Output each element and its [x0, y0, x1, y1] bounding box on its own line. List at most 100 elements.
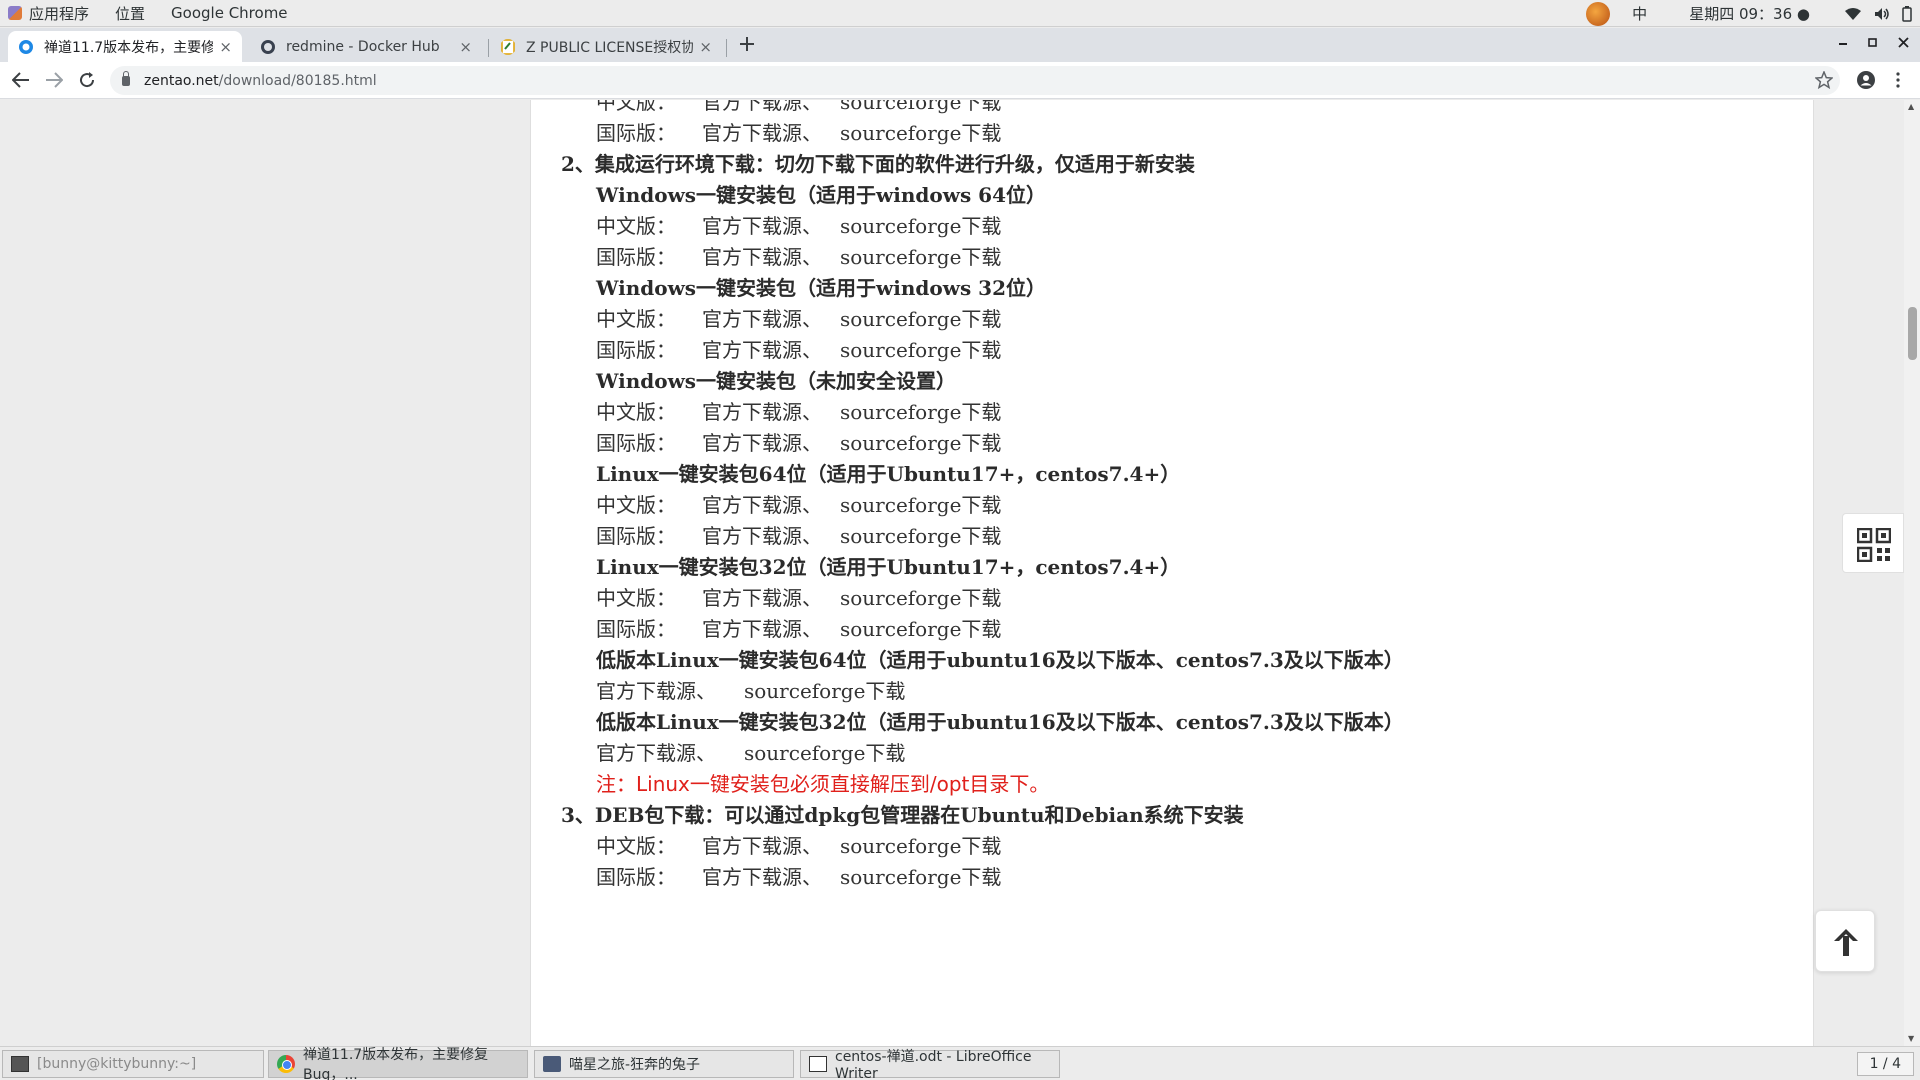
scroll-up-arrow-icon[interactable]: ▲ — [1908, 102, 1914, 111]
official-download-link[interactable]: 官方下载源、 — [702, 613, 840, 642]
sourceforge-download-link[interactable]: sourceforge下载 — [840, 865, 1001, 889]
sourceforge-download-link[interactable]: sourceforge下载 — [840, 245, 1001, 269]
official-download-link[interactable]: 官方下载源、 — [596, 737, 744, 766]
legacy-download-row: 官方下载源、 sourceforge下载 — [596, 675, 905, 704]
taskbar-item-terminal[interactable]: [bunny@kittybunny:~] — [2, 1050, 264, 1078]
input-method-icon[interactable] — [1586, 1, 1611, 26]
back-arrow-icon[interactable] — [12, 72, 30, 88]
reload-icon[interactable] — [78, 71, 96, 89]
license-favicon-icon — [501, 38, 515, 55]
package-title: Windows一键安装包（适用于windows 32位） — [596, 276, 1046, 300]
section-3-heading: 3、DEB包下载：可以通过dpkg包管理器在Ubuntu和Debian系统下安装 — [561, 803, 1244, 827]
cn-row: 中文版： 官方下载源、 sourceforge下载 — [596, 210, 1001, 239]
taskbar-item-chrome[interactable]: 禅道11.7版本发布，主要修复Bug，... — [268, 1047, 528, 1080]
menu-kebab-icon[interactable] — [1896, 72, 1900, 88]
official-download-link[interactable]: 官方下载源、 — [596, 675, 744, 704]
sourceforge-download-link[interactable]: sourceforge下载 — [840, 100, 1001, 114]
sourceforge-download-link[interactable]: sourceforge下载 — [840, 586, 1001, 610]
official-download-link[interactable]: 官方下载源、 — [702, 520, 840, 549]
document-icon — [809, 1056, 827, 1072]
back-to-top-button[interactable] — [1815, 910, 1875, 972]
places-menu[interactable]: 位置 — [102, 3, 158, 24]
page-viewport: 中文版： 官方下载源、 sourceforge下载 国际版： 官方下载源、 source… — [0, 100, 1920, 1047]
intl-row: 国际版： 官方下载源、 sourceforge下载 — [596, 427, 1001, 456]
page-scrollbar[interactable]: ▲ ▼ — [1904, 100, 1920, 1047]
sourceforge-download-link[interactable]: sourceforge下载 — [840, 214, 1001, 238]
sourceforge-download-link[interactable]: sourceforge下载 — [840, 121, 1001, 145]
official-download-link[interactable]: 官方下载源、 — [702, 830, 840, 859]
taskbar-item-label: centos-禅道.odt - LibreOffice Writer — [835, 1049, 1032, 1080]
lock-icon[interactable] — [122, 70, 130, 86]
cn-row: 中文版： 官方下载源、 sourceforge下载 — [596, 830, 1001, 859]
sourceforge-download-link[interactable]: sourceforge下载 — [840, 431, 1001, 455]
app-menu[interactable]: Google Chrome — [158, 4, 301, 22]
sourceforge-download-link[interactable]: sourceforge下载 — [840, 834, 1001, 858]
workspace-switcher[interactable]: 1 / 4 — [1856, 1052, 1914, 1076]
sourceforge-download-link[interactable]: sourceforge下载 — [840, 617, 1001, 641]
package-title: Linux一键安装包64位（适用于Ubuntu17+，centos7.4+） — [596, 462, 1181, 486]
package-title: Linux一键安装包32位（适用于Ubuntu17+，centos7.4+） — [596, 555, 1181, 579]
partial-cn-row: 中文版： 官方下载源、 sourceforge下载 — [596, 100, 1001, 115]
url-path: /download/80185.html — [218, 72, 377, 89]
tab-close-icon[interactable]: × — [459, 38, 472, 56]
sourceforge-download-link[interactable]: sourceforge下载 — [840, 338, 1001, 362]
close-window-icon[interactable] — [1898, 37, 1910, 49]
browser-toolbar: zentao.net /download/80185.html — [0, 62, 1920, 99]
sourceforge-download-link[interactable]: sourceforge下载 — [840, 400, 1001, 424]
sourceforge-download-link[interactable]: sourceforge下载 — [744, 741, 905, 765]
input-method-indicator[interactable]: 中 — [1632, 3, 1647, 24]
official-download-link[interactable]: 官方下载源、 — [702, 334, 840, 363]
taskbar-item-label: 禅道11.7版本发布，主要修复Bug，... — [303, 1047, 489, 1080]
sourceforge-download-link[interactable]: sourceforge下载 — [744, 679, 905, 703]
sourceforge-download-link[interactable]: sourceforge下载 — [840, 524, 1001, 548]
clock[interactable]: 星期四 09：36 ● — [1689, 3, 1810, 24]
taskbar-item-label: [bunny@kittybunny:~] — [37, 1056, 197, 1072]
sourceforge-download-link[interactable]: sourceforge下载 — [840, 493, 1001, 517]
official-download-link[interactable]: 官方下载源、 — [702, 241, 840, 270]
minimize-icon[interactable] — [1839, 42, 1849, 46]
tab-title: Z PUBLIC LICENSE授权协议 — [526, 39, 694, 56]
tab-separator — [488, 39, 489, 57]
intl-row: 国际版： 官方下载源、 sourceforge下载 — [596, 520, 1001, 549]
download-content: 中文版： 官方下载源、 sourceforge下载 国际版： 官方下载源、 source… — [530, 100, 1814, 1047]
sourceforge-download-link[interactable]: sourceforge下载 — [840, 307, 1001, 331]
official-download-link[interactable]: 官方下载源、 — [702, 582, 840, 611]
new-tab-icon[interactable] — [740, 37, 754, 51]
qr-code-button[interactable] — [1842, 513, 1904, 573]
official-download-link[interactable]: 官方下载源、 — [702, 210, 840, 239]
tab-zentao-release[interactable]: 禅道11.7版本发布，主要修 × — [8, 31, 242, 62]
official-download-link[interactable]: 官方下载源、 — [702, 117, 840, 146]
package-title: Windows一键安装包（适用于windows 64位） — [596, 183, 1046, 207]
zentao-favicon-icon — [19, 39, 33, 54]
official-download-link[interactable]: 官方下载源、 — [702, 303, 840, 332]
tab-zpl-license[interactable]: Z PUBLIC LICENSE授权协议 × — [490, 31, 722, 62]
wifi-icon[interactable] — [1844, 7, 1862, 21]
address-bar[interactable]: zentao.net /download/80185.html — [110, 66, 1840, 95]
taskbar-item-libreoffice[interactable]: centos-禅道.odt - LibreOffice Writer — [800, 1049, 1060, 1080]
official-download-link[interactable]: 官方下载源、 — [702, 396, 840, 425]
applications-menu[interactable]: 应用程序 — [16, 3, 102, 24]
battery-icon[interactable] — [1902, 5, 1912, 22]
terminal-icon — [11, 1056, 29, 1072]
tab-close-icon[interactable]: × — [699, 38, 712, 56]
official-download-link[interactable]: 官方下载源、 — [702, 861, 840, 890]
cn-row: 中文版： 官方下载源、 sourceforge下载 — [596, 396, 1001, 425]
install-note: 注：Linux一键安装包必须直接解压到/opt目录下。 — [596, 772, 1050, 796]
taskbar-item-reader[interactable]: 喵星之旅-狂奔的兔子 — [534, 1050, 794, 1078]
legacy-download-row: 官方下载源、 sourceforge下载 — [596, 737, 905, 766]
chrome-icon — [277, 1055, 295, 1073]
bookmark-star-icon[interactable] — [1815, 71, 1833, 89]
scrollbar-thumb[interactable] — [1908, 307, 1917, 360]
profile-icon[interactable] — [1856, 70, 1876, 90]
volume-icon[interactable] — [1874, 7, 1890, 21]
taskbar-item-label: 喵星之旅-狂奔的兔子 — [569, 1057, 701, 1073]
forward-arrow-icon[interactable] — [45, 72, 63, 88]
intl-row: 国际版： 官方下载源、 sourceforge下载 — [596, 334, 1001, 363]
maximize-icon[interactable] — [1868, 38, 1878, 48]
official-download-link[interactable]: 官方下载源、 — [702, 489, 840, 518]
scroll-down-arrow-icon[interactable]: ▼ — [1908, 1034, 1914, 1043]
tab-close-icon[interactable]: × — [219, 38, 232, 56]
official-download-link[interactable]: 官方下载源、 — [702, 100, 840, 115]
tab-redmine-docker-hub[interactable]: redmine - Docker Hub × — [250, 31, 482, 62]
official-download-link[interactable]: 官方下载源、 — [702, 427, 840, 456]
